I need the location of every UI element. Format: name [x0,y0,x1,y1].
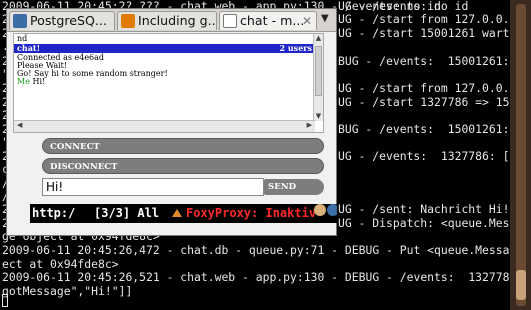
tab-list-button[interactable]: ▼ [321,13,329,24]
message-input[interactable]: Hi! [42,178,264,196]
foxyproxy-icon[interactable] [171,207,183,219]
terminal-line-tail: UG - /start from 127.0.0.1 [338,81,510,95]
scrollbar-thumb[interactable] [516,270,526,300]
terminal-line: gotMessage","Hi!"]] [2,284,133,298]
scrollbar-track[interactable] [516,4,526,306]
terminal-line-tail: UG - /start 1327786 => 15001 [338,95,510,109]
terminal-line: 2009-06-11 20:45:26,472 - chat.db - queu… [2,243,510,257]
document-icon [223,14,237,28]
terminal-line-tail: UG - /sent: Nachricht Hi! [338,202,510,216]
chat-vertical-scrollbar[interactable]: ▲ ▼ [313,34,323,121]
s-icon[interactable] [327,204,337,216]
connect-button[interactable]: CONNECT [42,138,324,154]
tab-including[interactable]: Including g... [117,11,217,30]
user-count: 2 users [279,43,312,53]
terminal-cursor [2,294,8,307]
foxyproxy-status[interactable]: FoxyProxy: Inaktiv [186,204,316,223]
chat-log[interactable]: nd chat! 2 users Connected as e4e6ad Ple… [13,33,324,133]
tab-bar: PostgreSQ... Including g... chat - m... … [7,9,336,32]
tab-label: chat - m... [240,13,305,28]
disconnect-button[interactable]: DISCONNECT [42,158,324,174]
chat-message-me: Me Hi! [17,77,46,87]
status-position: [3/3] All [94,206,160,220]
tab-label: Including g... [138,13,217,28]
terminal-line-tail: UG - Dispatch: <queue.Messa [338,216,510,230]
extension-icon[interactable] [314,204,326,216]
page-icon [121,14,135,28]
postgresql-icon [13,14,27,28]
status-url[interactable]: http:/ [32,204,75,223]
scroll-left-icon[interactable]: ◀ [17,121,22,130]
scroll-up-icon[interactable]: ▲ [314,34,323,43]
terminal-line: 2009-06-11 20:45:26,521 - chat.web - app… [2,270,510,284]
terminal-line-tail: UG - /events: 1327786: [[" [338,149,510,163]
terminal-line-tail: BUG - /events: 15001261: [[ [338,122,510,136]
terminal-line-tail: UG - /start from 127.0.0.1 [338,12,510,26]
tab-postgresql[interactable]: PostgreSQ... [9,11,115,30]
chat-title: chat! [17,43,41,53]
tab-chat[interactable]: chat - m... ✕ [219,11,317,30]
chat-header: chat! 2 users [14,44,315,53]
terminal-line-tail: UG - /start 15001261 warten. [338,26,510,40]
scroll-right-icon[interactable]: ▶ [307,121,312,130]
close-icon[interactable]: ✕ [302,12,312,30]
tab-label: PostgreSQ... [30,13,107,28]
chat-horizontal-scrollbar[interactable]: ◀ ▶ [14,120,315,132]
browser-window: PostgreSQ... Including g... chat - m... … [6,8,337,236]
me-text: Hi! [29,77,46,86]
status-bar: http:/ [3/3] All FoxyProxy: Inaktiv [30,204,337,223]
terminal-scrollbar[interactable] [510,0,531,310]
scrollbar-thumb[interactable] [315,46,322,96]
me-label: Me [17,77,30,86]
scroll-down-icon[interactable]: ▼ [314,112,323,121]
send-button[interactable]: SEND [264,179,324,195]
terminal-line-tail: BUG - /events: 15001261: [[ [338,54,510,68]
